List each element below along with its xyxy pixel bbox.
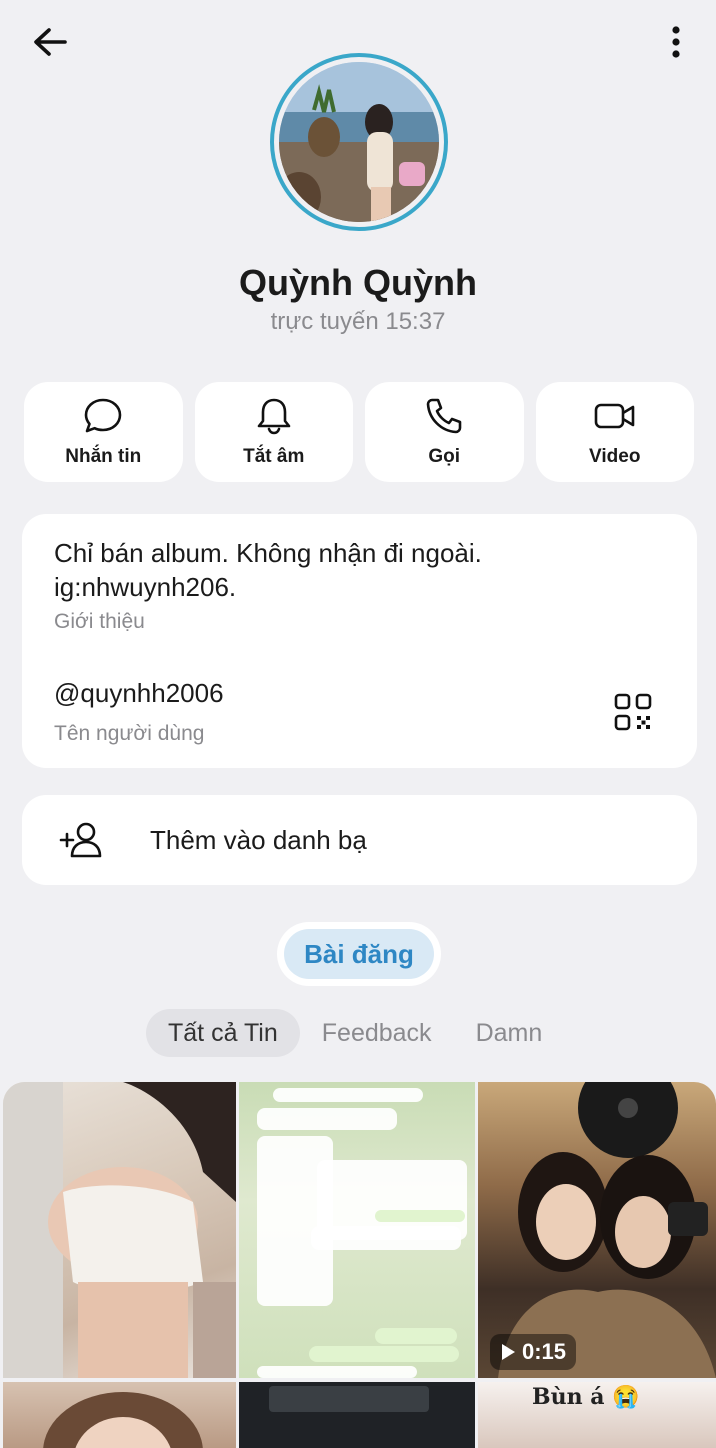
media-grid: 0:15 Bùn á 😭 [3, 1082, 716, 1448]
call-button-label: Gọi [428, 446, 461, 467]
chat-snippet [309, 1346, 459, 1362]
chat-snippet [273, 1088, 423, 1102]
video-duration-badge: 0:15 [490, 1334, 577, 1370]
chat-bubble-icon [84, 398, 122, 433]
message-button-label: Nhắn tin [65, 446, 142, 467]
arrow-left-icon [34, 28, 67, 56]
avatar-ring[interactable] [270, 53, 448, 231]
bio-text[interactable]: Chỉ bán album. Không nhận đi ngoài. ig:n… [54, 536, 665, 604]
info-card: Chỉ bán album. Không nhận đi ngoài. ig:n… [22, 514, 697, 768]
username-text[interactable]: @quynhh2006 [54, 678, 224, 709]
bell-icon [257, 398, 291, 435]
media-tile-video[interactable]: 0:15 [478, 1082, 716, 1378]
media-tile[interactable] [239, 1382, 475, 1448]
more-vertical-icon [672, 26, 680, 58]
chat-snippet [257, 1108, 397, 1130]
media-tile[interactable] [3, 1082, 236, 1378]
add-user-icon [56, 814, 108, 866]
chat-snippet [375, 1328, 457, 1344]
video-call-button-label: Video [589, 446, 641, 467]
add-contact-button[interactable]: Thêm vào danh bạ [22, 795, 697, 885]
chat-snippet [375, 1210, 465, 1222]
media-tile[interactable] [239, 1082, 475, 1378]
video-duration: 0:15 [522, 1339, 567, 1364]
chat-snippet [269, 1386, 429, 1412]
online-status: trực tuyến 15:37 [270, 308, 446, 335]
play-icon [502, 1344, 515, 1360]
profile-name: Quỳnh Quỳnh [239, 262, 477, 303]
video-camera-icon [594, 403, 635, 429]
video-call-button[interactable]: Video [535, 382, 694, 482]
avatar [279, 62, 439, 222]
tab-feedback[interactable]: Feedback [300, 1009, 454, 1057]
bio-label: Giới thiệu [54, 610, 145, 633]
back-button[interactable] [24, 20, 76, 64]
tab-all-stories[interactable]: Tất cả Tin [146, 1009, 300, 1057]
story-tabs: Tất cả Tin Feedback Damn [146, 1009, 564, 1057]
tab-damn[interactable]: Damn [454, 1009, 565, 1057]
message-button[interactable]: Nhắn tin [24, 382, 183, 482]
posts-pill-label: Bài đăng [284, 929, 434, 979]
tile-caption: Bùn á 😭 [532, 1384, 640, 1410]
phone-icon [426, 398, 462, 434]
more-options-button[interactable] [656, 20, 696, 64]
username-label: Tên người dùng [54, 722, 205, 745]
action-bar: Nhắn tin Tắt âm Gọi Video [24, 382, 694, 482]
media-tile[interactable]: Bùn á 😭 [478, 1382, 716, 1448]
posts-section-toggle[interactable]: Bài đăng [277, 922, 441, 986]
add-contact-label: Thêm vào danh bạ [150, 824, 367, 855]
call-button[interactable]: Gọi [365, 382, 524, 482]
qr-code-button[interactable] [613, 692, 653, 732]
chat-snippet [257, 1366, 417, 1378]
mute-button[interactable]: Tắt âm [194, 382, 353, 482]
mute-button-label: Tắt âm [243, 446, 305, 467]
media-tile[interactable] [3, 1382, 236, 1448]
qr-code-icon [614, 693, 652, 731]
chat-snippet [311, 1226, 461, 1250]
